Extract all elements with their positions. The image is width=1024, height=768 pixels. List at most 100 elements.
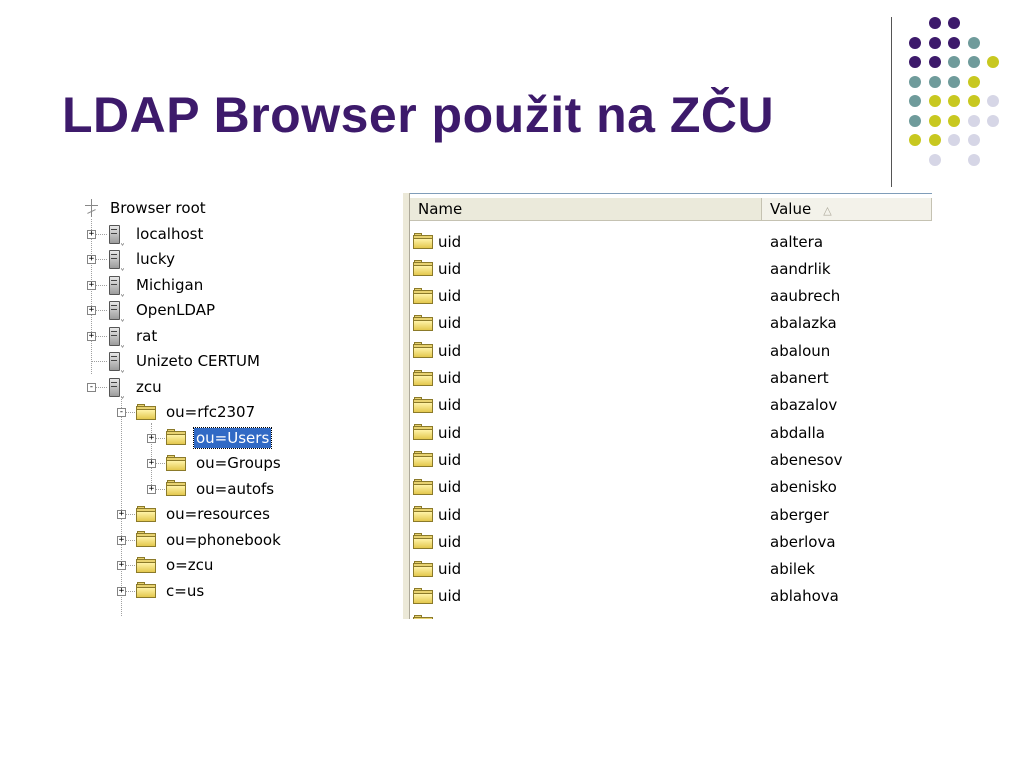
list-row[interactable]: uid aandrlik xyxy=(410,255,932,282)
decorative-dot xyxy=(967,75,980,88)
list-row[interactable]: uid ablahova xyxy=(410,583,932,610)
tree-item-browser-root[interactable]: Browser root xyxy=(84,197,208,219)
expand-toggle-ou-phonebook[interactable]: + xyxy=(117,535,126,545)
decorative-dot xyxy=(928,153,941,166)
expand-toggle-localhost[interactable]: + xyxy=(87,229,96,239)
list-row[interactable]: uid abilek xyxy=(410,556,932,583)
folder-icon xyxy=(413,506,435,523)
tree-item-container[interactable]: ou=rfc2307 xyxy=(136,401,257,423)
tree-item-container[interactable]: ou=Users xyxy=(166,426,273,449)
decorative-dot xyxy=(928,75,941,88)
expand-toggle-zcu[interactable]: - xyxy=(87,382,96,392)
tree-item-container[interactable]: ou=resources xyxy=(136,503,272,525)
list-row[interactable]: uid abalazka xyxy=(410,310,932,337)
folder-icon xyxy=(166,480,188,497)
ldap-browser-screenshot: Browser root + ˬ localhost + ˬ lucky + ˬ Michigan… xyxy=(80,193,932,619)
expand-toggle-rat[interactable]: + xyxy=(87,331,96,341)
decorative-dot xyxy=(928,17,941,29)
expand-toggle-ou-autofs[interactable]: + xyxy=(147,484,156,494)
decorative-dot xyxy=(948,75,960,88)
decorative-dot xyxy=(967,36,980,49)
decorative-dot-grid xyxy=(905,12,1010,172)
list-row-partial xyxy=(410,610,932,619)
expand-toggle-lucky[interactable]: + xyxy=(87,255,96,264)
tree-item-container[interactable]: ou=autofs xyxy=(166,478,276,500)
attribute-value: abenisko xyxy=(770,478,837,497)
expand-toggle-ou-resources[interactable]: + xyxy=(117,510,126,519)
server-icon: ˬ xyxy=(106,224,128,245)
tree-item-server[interactable]: ˬ Unizeto CERTUM xyxy=(106,350,262,373)
list-row[interactable]: uid abazalov xyxy=(410,392,932,419)
attribute-name: uid xyxy=(438,341,462,360)
decorative-dot xyxy=(928,114,941,127)
list-row[interactable]: uid abdalla xyxy=(410,419,932,446)
decorative-dot xyxy=(909,56,921,68)
tree-item-container[interactable]: o=zcu xyxy=(136,554,215,576)
decorative-dot xyxy=(967,153,980,166)
attribute-value: aberger xyxy=(770,505,829,524)
expand-toggle-openldap[interactable]: + xyxy=(87,306,96,315)
tree-item-server[interactable]: ˬ zcu xyxy=(106,376,164,398)
cell-name: uid xyxy=(410,533,762,551)
cell-name: uid xyxy=(410,587,762,605)
cell-name: uid xyxy=(410,260,762,278)
server-icon: ˬ xyxy=(106,377,128,398)
decorative-dot xyxy=(967,95,980,107)
list-row[interactable]: uid aaubrech xyxy=(410,283,932,310)
list-row[interactable]: uid abenisko xyxy=(410,474,932,501)
pane-splitter[interactable] xyxy=(402,193,410,619)
decorative-dot xyxy=(987,56,999,68)
tree-item-server[interactable]: ˬ OpenLDAP xyxy=(106,299,217,322)
expand-toggle-ou-rfc2307[interactable]: - xyxy=(117,408,126,417)
expand-toggle-ou-groups[interactable]: + xyxy=(147,459,156,468)
tree-label: ou=Groups xyxy=(196,454,281,472)
attribute-name: uid xyxy=(438,369,462,387)
tree-item-container[interactable]: ou=phonebook xyxy=(136,529,283,551)
folder-icon xyxy=(413,451,435,468)
slide-title: LDAP Browser použit na ZČU xyxy=(62,87,775,143)
folder-icon xyxy=(413,342,435,359)
expand-toggle-michigan[interactable]: + xyxy=(87,280,96,290)
server-icon: ˬ xyxy=(106,249,128,271)
expand-toggle-c-us[interactable]: + xyxy=(117,586,126,596)
cell-name: uid xyxy=(410,560,762,578)
expand-toggle-ou-users[interactable]: + xyxy=(147,433,156,443)
decorative-dot xyxy=(928,36,941,49)
decorative-dot xyxy=(967,114,980,127)
attribute-value: abanert xyxy=(770,369,829,387)
attribute-name: uid xyxy=(438,587,462,606)
list-row[interactable]: uid abanert xyxy=(410,365,932,392)
expand-toggle-o-zcu[interactable]: + xyxy=(117,561,126,570)
tree-item-container[interactable]: ou=Groups xyxy=(166,452,283,474)
tree-connector xyxy=(91,218,92,374)
sort-ascending-icon: △ xyxy=(823,204,832,217)
tree-item-server[interactable]: ˬ lucky xyxy=(106,248,177,271)
attribute-name: uid xyxy=(438,232,462,251)
list-header: Name Value △ xyxy=(410,198,932,221)
tree-item-server[interactable]: ˬ rat xyxy=(106,325,159,347)
folder-icon xyxy=(136,403,158,421)
attribute-value: abalazka xyxy=(770,314,837,333)
tree-item-server[interactable]: ˬ Michigan xyxy=(106,274,205,296)
list-row[interactable]: uid abaloun xyxy=(410,337,932,364)
decorative-dot xyxy=(987,95,999,107)
folder-icon xyxy=(413,587,435,605)
column-header-value[interactable]: Value △ xyxy=(762,198,932,220)
decorative-dot xyxy=(948,114,960,127)
decorative-dot xyxy=(987,114,999,127)
tree-label: c=us xyxy=(166,581,205,600)
list-row[interactable]: uid aberger xyxy=(410,501,932,528)
decorative-dot xyxy=(967,134,980,146)
list-row[interactable]: uid aberlova xyxy=(410,528,932,555)
attribute-name: uid xyxy=(438,532,462,551)
list-row[interactable]: uid aaltera xyxy=(410,228,932,255)
tree-label: o=zcu xyxy=(166,556,214,574)
attribute-value: aandrlik xyxy=(770,259,831,278)
attribute-name: uid xyxy=(438,396,462,415)
tree-item-container[interactable]: c=us xyxy=(136,580,206,602)
column-header-name[interactable]: Name xyxy=(410,198,762,220)
decorative-dot xyxy=(909,114,921,127)
folder-icon xyxy=(136,582,158,599)
tree-item-server[interactable]: ˬ localhost xyxy=(106,223,205,245)
list-row[interactable]: uid abenesov xyxy=(410,446,932,473)
